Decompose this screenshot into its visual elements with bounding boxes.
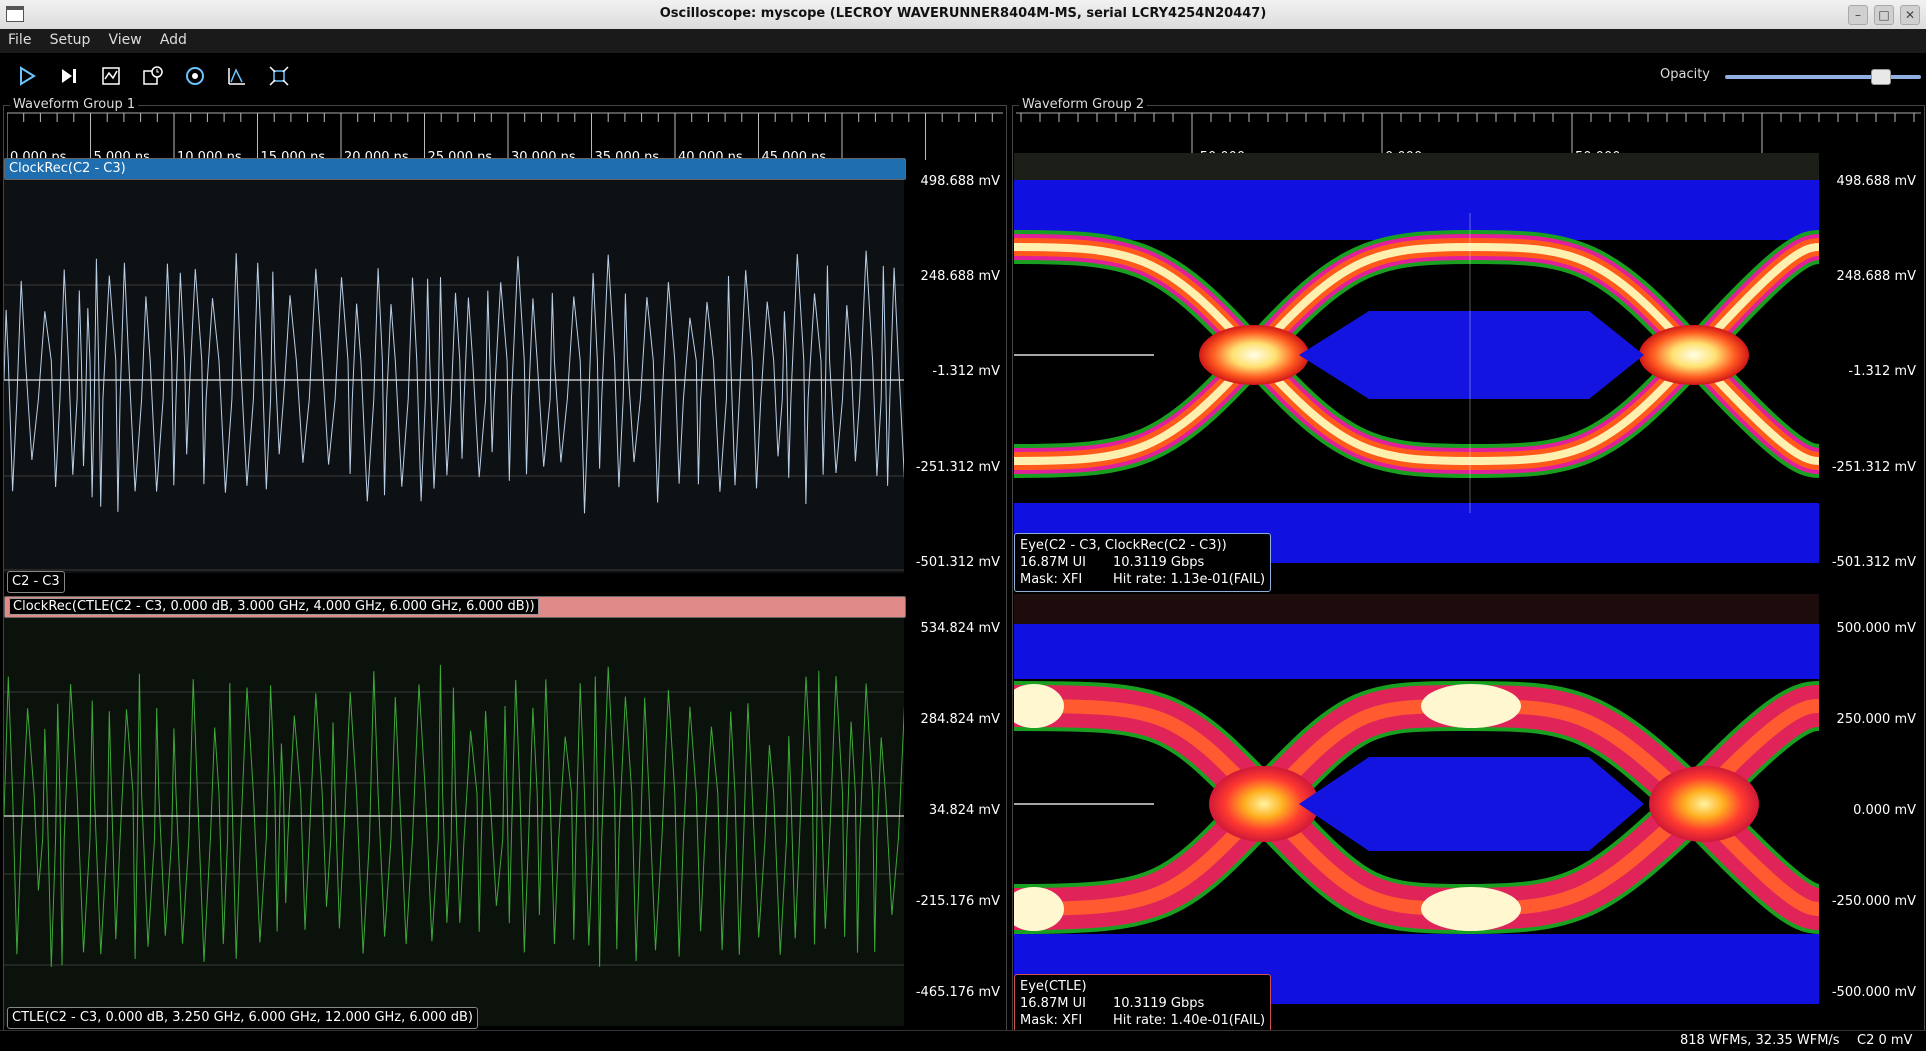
channel-label-c2-c3[interactable]: C2 - C3 bbox=[7, 571, 65, 593]
eye-bottom-plot[interactable] bbox=[1014, 594, 1819, 1004]
g1-top-vtick-1: 248.688 mV bbox=[920, 269, 1000, 284]
g2-bot-vtick-3: -250.000 mV bbox=[1831, 894, 1916, 909]
stop-icon bbox=[102, 67, 120, 85]
fullscreen-button[interactable] bbox=[266, 63, 292, 89]
window-titlebar[interactable]: Oscilloscope: myscope (LECROY WAVERUNNER… bbox=[0, 0, 1926, 30]
refresh-button[interactable] bbox=[182, 63, 208, 89]
group1-bottom-trace bbox=[4, 664, 904, 968]
statusbar: 818 WFMs, 32.35 WFM/s C2 0 mV bbox=[0, 1030, 1926, 1051]
autoscale-icon bbox=[228, 68, 245, 85]
g1-bot-vtick-4: -465.176 mV bbox=[915, 985, 1000, 1000]
waveform-trace bbox=[4, 250, 904, 514]
menu-view[interactable]: View bbox=[100, 29, 147, 48]
clockrec-label-top[interactable]: ClockRec(C2 - C3) bbox=[9, 161, 126, 176]
menubar: File Setup View Add bbox=[0, 29, 1926, 53]
eye-bottom-info-ui: 16.87M UI bbox=[1020, 996, 1086, 1011]
waveform-group-1: Waveform Group 1 0.000 ps5.000 ns10.000 … bbox=[3, 97, 1007, 1032]
g2-bot-vtick-4: -500.000 mV bbox=[1831, 985, 1916, 1000]
close-button[interactable]: ✕ bbox=[1900, 5, 1920, 25]
refresh-icon bbox=[186, 67, 204, 85]
start-button[interactable] bbox=[14, 63, 40, 89]
maximize-button[interactable]: □ bbox=[1874, 5, 1894, 25]
g1-top-vtick-4: -501.312 mV bbox=[915, 555, 1000, 570]
status-trigger: C2 0 mV bbox=[1857, 1033, 1913, 1048]
autoscale-button[interactable] bbox=[224, 63, 250, 89]
single-icon bbox=[62, 69, 76, 83]
eye-top-diagram bbox=[1014, 153, 1819, 563]
opacity-slider[interactable] bbox=[1725, 69, 1921, 85]
minimize-button[interactable]: – bbox=[1848, 5, 1868, 25]
window-title: Oscilloscope: myscope (LECROY WAVERUNNER… bbox=[659, 6, 1267, 21]
channel-label-ctle[interactable]: CTLE(C2 - C3, 0.000 dB, 3.250 GHz, 6.000… bbox=[7, 1007, 478, 1029]
eye-top-info-title: Eye(C2 - C3, ClockRec(C2 - C3)) bbox=[1020, 538, 1227, 553]
eye-top-info[interactable]: Eye(C2 - C3, ClockRec(C2 - C3)) 16.87M U… bbox=[1014, 533, 1272, 592]
clockrec-bar-bottom: ClockRec(CTLE(C2 - C3, 0.000 dB, 3.000 G… bbox=[4, 596, 906, 618]
eye-bottom-info-mask: Mask: XFI bbox=[1020, 1013, 1083, 1028]
group2-title: Waveform Group 2 bbox=[1019, 97, 1148, 112]
group1-title: Waveform Group 1 bbox=[10, 97, 139, 112]
g2-top-vtick-0: 498.688 mV bbox=[1836, 174, 1916, 189]
group1-top-trace bbox=[4, 250, 904, 514]
fullscreen-icon bbox=[269, 66, 289, 86]
g2-top-vtick-4: -501.312 mV bbox=[1831, 555, 1916, 570]
g1-top-vtick-0: 498.688 mV bbox=[920, 174, 1000, 189]
g1-bot-vtick-0: 534.824 mV bbox=[920, 621, 1000, 636]
history-button[interactable] bbox=[140, 63, 166, 89]
eye-top-info-hit: Hit rate: 1.13e-01(FAIL) bbox=[1113, 572, 1266, 587]
opacity-slider-track bbox=[1725, 75, 1921, 79]
menu-add[interactable]: Add bbox=[152, 29, 193, 48]
eye-bottom-info-title: Eye(CTLE) bbox=[1020, 979, 1087, 994]
g2-top-vtick-2: -1.312 mV bbox=[1848, 364, 1916, 379]
g1-bot-vtick-3: -215.176 mV bbox=[915, 894, 1000, 909]
start-icon bbox=[20, 66, 36, 86]
history-icon bbox=[143, 66, 163, 85]
opacity-label: Opacity bbox=[1660, 67, 1711, 82]
group1-top-plot[interactable] bbox=[4, 158, 904, 573]
g1-top-vtick-3: -251.312 mV bbox=[915, 460, 1000, 475]
menu-setup[interactable]: Setup bbox=[42, 29, 97, 48]
clockrec-bar-top: ClockRec(C2 - C3) bbox=[4, 158, 906, 180]
group1-bottom-plot[interactable] bbox=[4, 596, 904, 1026]
g2-top-vtick-3: -251.312 mV bbox=[1831, 460, 1916, 475]
status-wfm-rate: 818 WFMs, 32.35 WFM/s bbox=[1680, 1033, 1840, 1048]
eye-bottom-info-rate: 10.3119 Gbps bbox=[1113, 996, 1205, 1011]
g2-bot-vtick-1: 250.000 mV bbox=[1836, 712, 1916, 727]
g1-bot-vtick-2: 34.824 mV bbox=[928, 803, 1000, 818]
g2-top-vtick-1: 248.688 mV bbox=[1836, 269, 1916, 284]
eye-top-info-ui: 16.87M UI bbox=[1020, 555, 1086, 570]
waveform-group-2: Waveform Group 2 -50.000 ps0.000 ps50.00… bbox=[1012, 97, 1925, 1033]
eye-top-plot[interactable] bbox=[1014, 153, 1819, 563]
eye-top-info-rate: 10.3119 Gbps bbox=[1113, 555, 1205, 570]
menu-file[interactable]: File bbox=[0, 29, 37, 48]
eye-bottom-diagram bbox=[1014, 594, 1819, 1004]
g2-bot-vtick-0: 500.000 mV bbox=[1836, 621, 1916, 636]
opacity-slider-thumb[interactable] bbox=[1870, 69, 1891, 85]
g1-bot-vtick-1: 284.824 mV bbox=[920, 712, 1000, 727]
g1-top-vtick-2: -1.312 mV bbox=[932, 364, 1000, 379]
single-button[interactable] bbox=[56, 63, 82, 89]
g2-bot-vtick-2: 0.000 mV bbox=[1853, 803, 1916, 818]
group1-time-axis[interactable]: 0.000 ps5.000 ns10.000 ns15.000 ns20.000… bbox=[7, 112, 1003, 165]
stop-button[interactable] bbox=[98, 63, 124, 89]
clockrec-label-bottom[interactable]: ClockRec(CTLE(C2 - C3, 0.000 dB, 3.000 G… bbox=[9, 598, 539, 615]
eye-top-info-mask: Mask: XFI bbox=[1020, 572, 1083, 587]
eye-bottom-info[interactable]: Eye(CTLE) 16.87M UI 10.3119 Gbps Mask: XF… bbox=[1014, 974, 1272, 1033]
toolbar: Opacity bbox=[0, 53, 1926, 95]
eye-bottom-info-hit: Hit rate: 1.40e-01(FAIL) bbox=[1113, 1013, 1266, 1028]
